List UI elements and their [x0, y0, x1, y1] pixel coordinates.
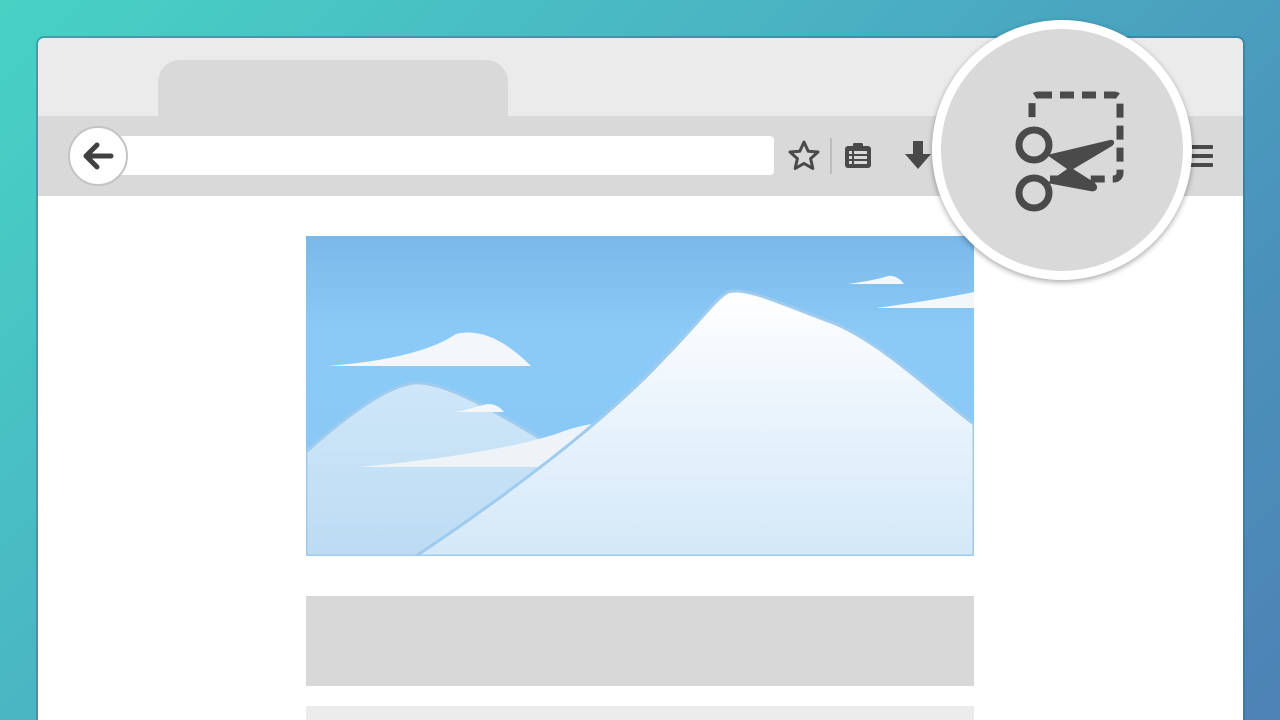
url-bar[interactable] [100, 136, 774, 175]
back-button[interactable] [68, 126, 128, 186]
screenshot-tool-callout [932, 20, 1192, 280]
star-icon [788, 140, 820, 170]
bookmark-button[interactable] [784, 136, 824, 176]
browser-tab[interactable] [158, 60, 508, 116]
toolbar-separator [830, 138, 832, 174]
hero-image [306, 236, 974, 556]
content-placeholder-block-2 [306, 706, 974, 720]
clipboard-list-icon [845, 143, 871, 168]
mountain-illustration [306, 236, 974, 556]
screenshot-scissors-icon [1014, 91, 1124, 212]
download-arrow-icon [905, 141, 931, 169]
content-placeholder-block [306, 596, 974, 686]
screenshot-button[interactable] [941, 29, 1183, 271]
arrow-left-icon [83, 142, 114, 170]
reading-list-button[interactable] [838, 136, 878, 176]
